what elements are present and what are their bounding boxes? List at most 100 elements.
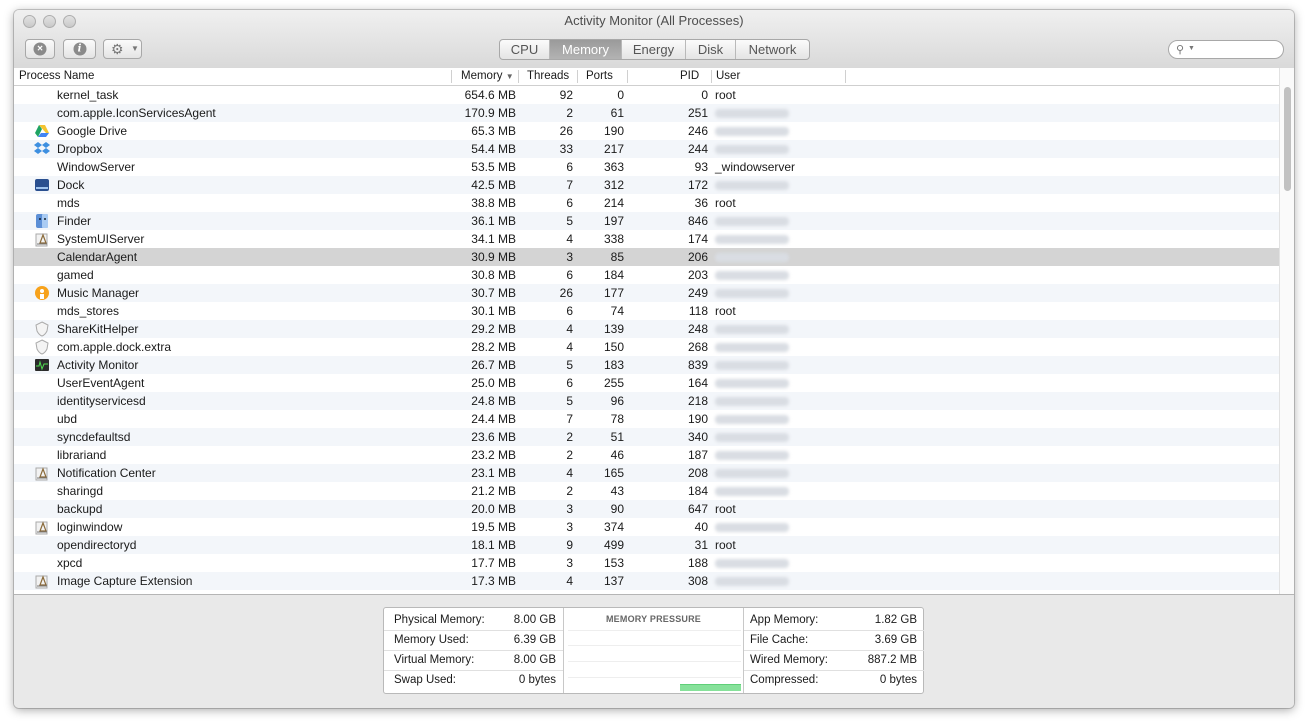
table-row[interactable]: kernel_task 654.6 MB 92 0 0 root	[14, 86, 1279, 104]
table-row[interactable]: Music Manager 30.7 MB 26 177 249	[14, 284, 1279, 302]
memory-value: 30.7 MB	[471, 286, 516, 300]
user-value-redacted	[715, 212, 789, 231]
column-divider[interactable]	[518, 70, 519, 83]
user-value-redacted	[715, 356, 789, 375]
process-name: syncdefaultsd	[57, 430, 131, 444]
user-value-redacted	[715, 122, 789, 141]
memory-value: 23.1 MB	[471, 466, 516, 480]
column-header-user[interactable]: User	[716, 69, 740, 84]
ports-value: 190	[603, 124, 624, 138]
table-row[interactable]: loginwindow 19.5 MB 3 374 40	[14, 518, 1279, 536]
tab-memory[interactable]: Memory	[550, 40, 622, 59]
search-field[interactable]: ⚲ ▼	[1168, 40, 1284, 59]
ports-value: 338	[603, 232, 624, 246]
table-row[interactable]: Google Drive 65.3 MB 26 190 246	[14, 122, 1279, 140]
tab-cpu[interactable]: CPU	[500, 40, 550, 59]
table-row[interactable]: UserEventAgent 25.0 MB 6 255 164	[14, 374, 1279, 392]
user-value: root	[715, 502, 736, 516]
stat-value: 1.82 GB	[874, 614, 917, 626]
pid-value: 174	[687, 232, 708, 246]
column-divider[interactable]	[711, 70, 712, 83]
table-row[interactable]: Finder 36.1 MB 5 197 846	[14, 212, 1279, 230]
table-row[interactable]: backupd 20.0 MB 3 90 647 root	[14, 500, 1279, 518]
table-row[interactable]: Dropbox 54.4 MB 33 217 244	[14, 140, 1279, 158]
table-body: kernel_task 654.6 MB 92 0 0 root com.apple.Ico…	[14, 86, 1279, 590]
inspect-process-button[interactable]: i	[63, 39, 96, 59]
table-row[interactable]: ShareKitHelper 29.2 MB 4 139 248	[14, 320, 1279, 338]
vertical-scrollbar[interactable]	[1279, 68, 1294, 594]
table-row[interactable]: syncdefaultsd 23.6 MB 2 51 340	[14, 428, 1279, 446]
dropbox-icon	[34, 141, 50, 157]
tab-network[interactable]: Network	[736, 40, 809, 59]
table-row[interactable]: Image Capture Extension 17.3 MB 4 137 308	[14, 572, 1279, 590]
threads-value: 2	[566, 106, 573, 120]
table-row[interactable]: CalendarAgent 30.9 MB 3 85 206	[14, 248, 1279, 266]
pid-value: 249	[687, 286, 708, 300]
threads-value: 2	[566, 430, 573, 444]
column-divider[interactable]	[451, 70, 452, 83]
user-value-redacted	[715, 428, 789, 447]
stat-label: App Memory:	[750, 614, 819, 626]
process-name: Google Drive	[57, 124, 128, 138]
table-row[interactable]: mds_stores 30.1 MB 6 74 118 root	[14, 302, 1279, 320]
view-tabs: CPU Memory Energy Disk Network	[499, 39, 810, 60]
ports-value: 85	[610, 250, 624, 264]
scrollbar-thumb[interactable]	[1284, 87, 1291, 191]
table-row[interactable]: com.apple.IconServicesAgent 170.9 MB 2 61 25…	[14, 104, 1279, 122]
table-row[interactable]: sharingd 21.2 MB 2 43 184	[14, 482, 1279, 500]
table-row[interactable]: Notification Center 23.1 MB 4 165 208	[14, 464, 1279, 482]
column-header-memory[interactable]: Memory ▼	[461, 69, 514, 84]
table-row[interactable]: SystemUIServer 34.1 MB 4 338 174	[14, 230, 1279, 248]
table-row[interactable]: WindowServer 53.5 MB 6 363 93 _windowserver	[14, 158, 1279, 176]
column-divider[interactable]	[845, 70, 846, 83]
table-row[interactable]: mds 38.8 MB 6 214 36 root	[14, 194, 1279, 212]
stat-value: 3.69 GB	[874, 634, 917, 646]
stat-memory-used: Memory Used: 6.39 GB	[384, 630, 563, 651]
quit-process-button[interactable]: ×	[25, 39, 55, 59]
table-row[interactable]: Activity Monitor 26.7 MB 5 183 839	[14, 356, 1279, 374]
pid-value: 203	[687, 268, 708, 282]
tab-disk[interactable]: Disk	[686, 40, 736, 59]
table-row[interactable]: Dock 42.5 MB 7 312 172	[14, 176, 1279, 194]
table-row[interactable]: com.apple.dock.extra 28.2 MB 4 150 268	[14, 338, 1279, 356]
stat-file-cache: File Cache: 3.69 GB	[744, 630, 924, 651]
action-menu-button[interactable]: ⚙ ▼	[103, 39, 142, 59]
column-divider[interactable]	[577, 70, 578, 83]
memory-value: 38.8 MB	[471, 196, 516, 210]
ports-value: 0	[617, 88, 624, 102]
user-value: _windowserver	[715, 160, 796, 174]
threads-value: 5	[566, 214, 573, 228]
table-row[interactable]: identityservicesd 24.8 MB 5 96 218	[14, 392, 1279, 410]
google-drive-icon	[34, 123, 50, 139]
pid-value: 40	[694, 520, 708, 534]
pid-value: 118	[688, 304, 708, 318]
table-row[interactable]: xpcd 17.7 MB 3 153 188	[14, 554, 1279, 572]
pid-value: 244	[687, 142, 708, 156]
threads-value: 33	[559, 142, 573, 156]
table-row[interactable]: gamed 30.8 MB 6 184 203	[14, 266, 1279, 284]
column-header-pid[interactable]: PID	[680, 69, 699, 84]
tab-energy[interactable]: Energy	[622, 40, 686, 59]
stat-value: 887.2 MB	[867, 654, 917, 666]
memory-value: 42.5 MB	[471, 178, 516, 192]
column-header-process-name[interactable]: Process Name	[19, 69, 94, 84]
memory-value: 36.1 MB	[471, 214, 516, 228]
memory-value: 30.8 MB	[471, 268, 516, 282]
column-divider[interactable]	[627, 70, 628, 83]
user-value: root	[715, 538, 736, 552]
threads-value: 92	[559, 88, 573, 102]
threads-value: 4	[566, 232, 573, 246]
stat-value: 8.00 GB	[513, 654, 556, 666]
ports-value: 90	[610, 502, 624, 516]
table-row[interactable]: ubd 24.4 MB 7 78 190	[14, 410, 1279, 428]
pid-value: 647	[687, 502, 708, 516]
column-header-ports[interactable]: Ports	[586, 69, 613, 84]
process-name: WindowServer	[57, 160, 136, 174]
shield-icon	[34, 321, 50, 337]
table-row[interactable]: librariand 23.2 MB 2 46 187	[14, 446, 1279, 464]
column-header-threads[interactable]: Threads	[527, 69, 569, 84]
app-icon	[34, 231, 50, 247]
table-row[interactable]: opendirectoryd 18.1 MB 9 499 31 root	[14, 536, 1279, 554]
threads-value: 2	[566, 484, 573, 498]
ports-value: 499	[603, 538, 624, 552]
